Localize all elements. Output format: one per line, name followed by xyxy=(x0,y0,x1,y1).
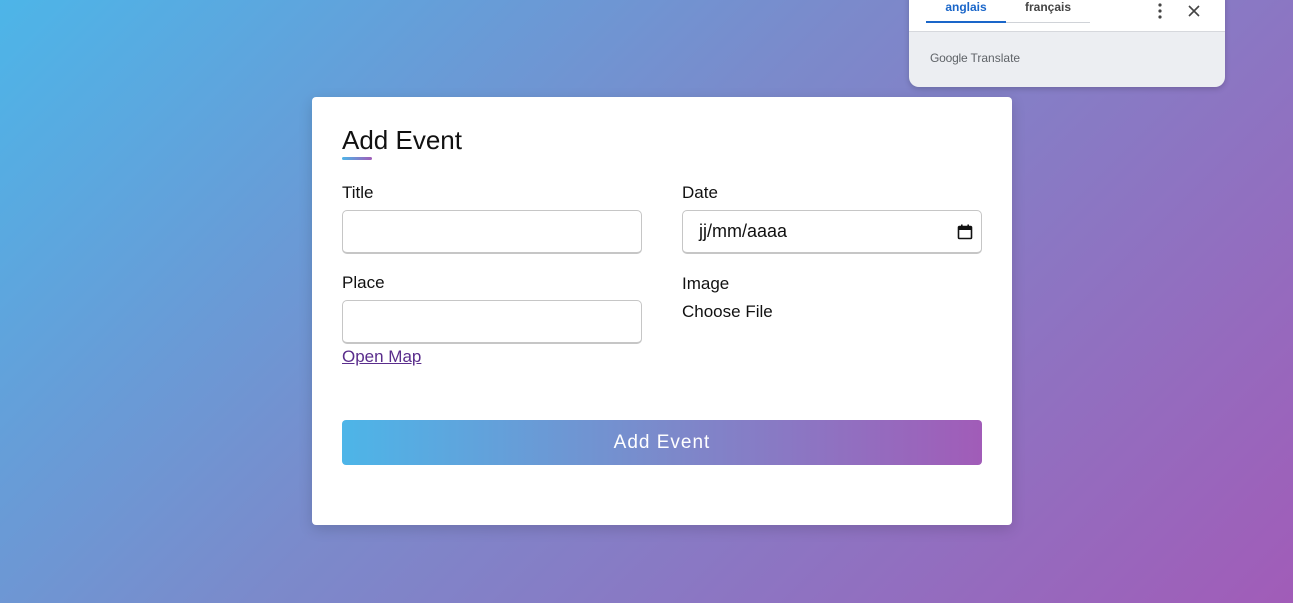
language-tabs: anglais français xyxy=(926,0,1090,23)
more-vert-icon[interactable] xyxy=(1150,1,1170,21)
page-title: Add Event xyxy=(342,125,462,155)
date-placeholder: jj/mm/aaaa xyxy=(699,221,788,241)
place-label: Place xyxy=(342,273,385,292)
translate-text: Translate xyxy=(970,51,1021,65)
title-input[interactable] xyxy=(342,210,642,254)
translate-popup: anglais français Google Translate xyxy=(909,0,1225,87)
google-translate-brand: Google Translate xyxy=(930,51,1020,65)
tab-francais[interactable]: français xyxy=(1006,0,1090,23)
add-event-button[interactable]: Add Event xyxy=(342,420,982,465)
title-label: Title xyxy=(342,183,374,202)
open-map-link[interactable]: Open Map xyxy=(342,347,421,367)
choose-file-button[interactable]: Choose File xyxy=(682,302,773,322)
translate-header: anglais français xyxy=(909,0,1225,32)
image-label: Image xyxy=(682,274,730,293)
google-logo-text: Google xyxy=(930,51,968,65)
date-label: Date xyxy=(682,183,718,202)
close-icon[interactable] xyxy=(1184,1,1204,21)
calendar-icon[interactable] xyxy=(955,222,975,242)
place-input[interactable] xyxy=(342,300,642,344)
title-underline xyxy=(342,157,372,160)
date-input[interactable]: jj/mm/aaaa xyxy=(682,210,982,254)
add-event-card: Add Event Title Date jj/mm/aaaa Place Op… xyxy=(312,97,1012,525)
tab-anglais[interactable]: anglais xyxy=(926,0,1006,23)
